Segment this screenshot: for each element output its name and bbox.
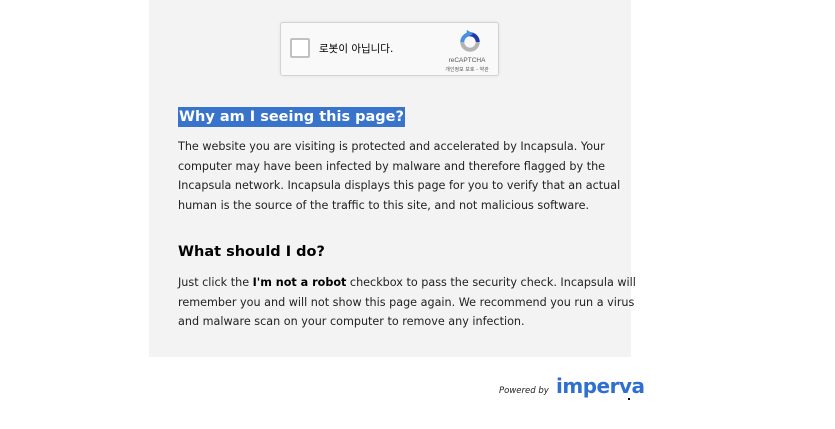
not-a-robot-checkbox[interactable] <box>290 38 310 58</box>
privacy-link[interactable]: 개인정보 보호 <box>445 67 474 73</box>
why-heading: Why am I seeing this page? <box>178 107 405 127</box>
powered-by-label: Powered by <box>499 386 549 396</box>
what-line-1: Just click the I'm not a robot checkbox … <box>178 273 636 293</box>
why-line-2: computer may have been infected by malwa… <box>178 159 606 173</box>
what-line-3: and malware scan on your computer to rem… <box>178 315 525 328</box>
imperva-logo-dot <box>628 398 630 400</box>
not-a-robot-emphasis: I'm not a robot <box>252 276 347 289</box>
why-paragraph: The website you are visiting is protecte… <box>178 137 621 215</box>
recaptcha-logo-icon <box>460 29 480 52</box>
why-line-1: The website you are visiting is protecte… <box>178 140 605 153</box>
what-line-2: remember you and will not show this page… <box>178 295 635 309</box>
recaptcha-brand: reCAPTCHA <box>448 57 486 64</box>
recaptcha-checkbox-label: 로봇이 아닙니다. <box>319 43 394 55</box>
imperva-logo[interactable]: imperva <box>556 374 645 398</box>
why-line-4: human is the source of the traffic to th… <box>178 198 590 212</box>
what-line-1-end: checkbox to pass the security check. Inc… <box>346 276 636 289</box>
terms-link[interactable]: 약관 <box>479 67 488 73</box>
what-heading: What should I do? <box>178 244 325 260</box>
what-paragraph: Just click the I'm not a robot checkbox … <box>178 273 636 332</box>
why-line-3: Incapsula network. Incapsula displays th… <box>178 179 621 192</box>
recaptcha-links: 개인정보 보호 - 약관 <box>429 66 505 73</box>
page: 로봇이 아닙니다. reCAPTCHA 개인정보 보호 - 약관 Why am … <box>0 0 835 429</box>
what-line-1-start: Just click the <box>178 276 253 289</box>
recaptcha-widget: 로봇이 아닙니다. reCAPTCHA 개인정보 보호 - 약관 <box>280 22 499 76</box>
